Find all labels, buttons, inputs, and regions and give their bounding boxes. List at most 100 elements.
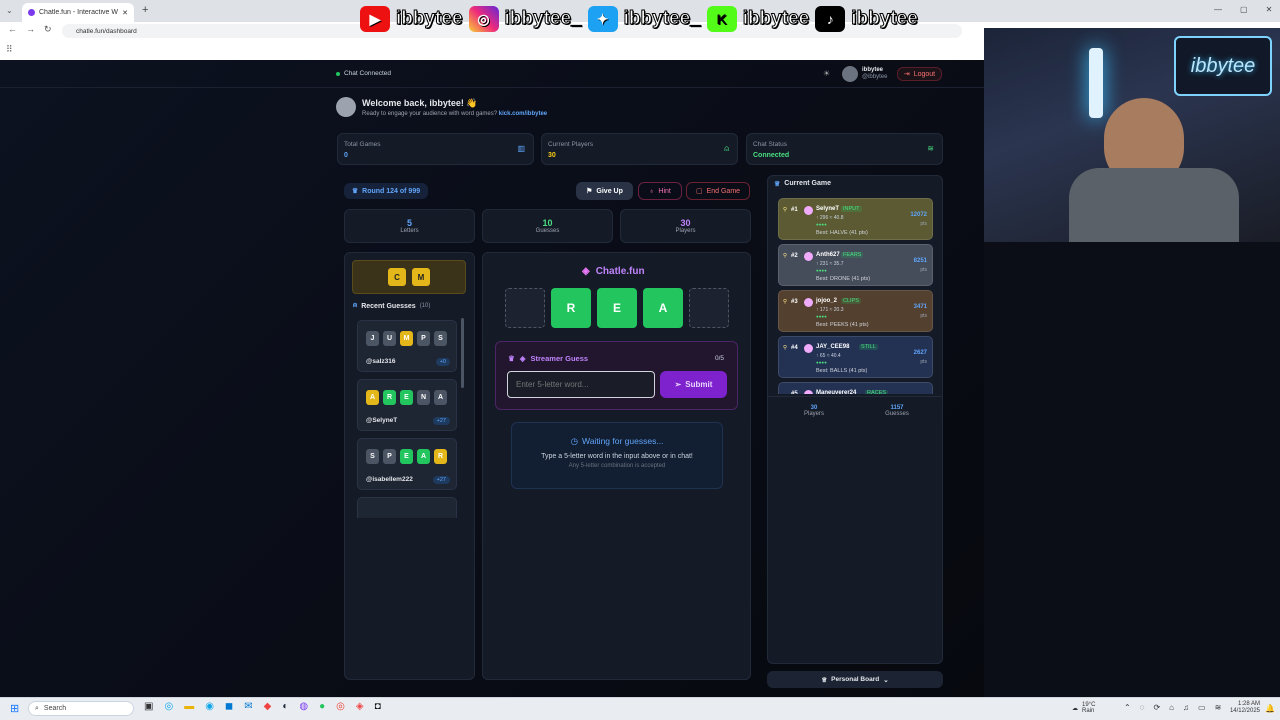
round-label: Round 124 of 999	[362, 187, 421, 195]
tab-title: Chatle.fun - Interactive Wordle	[39, 9, 118, 16]
sync-icon[interactable]: ⟳	[1153, 703, 1160, 712]
stop-icon: ▢	[695, 188, 703, 195]
entry-rank: #3	[791, 299, 798, 305]
back-icon[interactable]: ←	[8, 24, 17, 34]
outlook-icon[interactable]: ✉	[244, 701, 252, 712]
leaderboard-entry[interactable]: #2 Anth627 FEARS ↑ 231 ≈ 35.7 Best: DRONE (4…	[778, 244, 933, 286]
theme-toggle-icon[interactable]: ☀	[823, 69, 830, 78]
brave-icon[interactable]: ◆	[264, 701, 272, 712]
divider	[767, 396, 943, 397]
trophy-icon: ♕	[821, 676, 828, 684]
leaderboard-entry[interactable]: #3 jojoo_2 CLIPS ↑ 171 ≈ 20.3 Best: PEEKS (4…	[778, 290, 933, 332]
discord-icon[interactable]: ◍	[299, 701, 308, 712]
entry-current-word: INPUT	[841, 206, 862, 212]
close-tab-icon[interactable]: ✕	[122, 9, 128, 17]
edge-icon[interactable]: ◉	[205, 701, 214, 712]
youtube-handle: ibbytee	[396, 8, 464, 30]
info-value: 5	[406, 218, 412, 228]
submit-button[interactable]: ➢ Submit	[660, 371, 727, 398]
logout-button[interactable]: ⇥ Logout	[897, 67, 942, 81]
taskbar-search[interactable]: ⌕ Search	[28, 701, 134, 716]
stat-card-chat-status: Chat Status Connected ≋	[746, 133, 943, 165]
info-label: Letters	[400, 228, 419, 234]
personal-board-label: Personal Board	[831, 676, 880, 683]
app-icon[interactable]: ◈	[356, 701, 364, 712]
microphone-icon[interactable]: ♫	[1183, 703, 1189, 712]
end-game-label: End Game	[706, 187, 741, 195]
task-view-icon[interactable]: ▣	[144, 701, 153, 712]
guess-letters: JUMPS	[366, 331, 447, 346]
give-up-label: Give Up	[596, 187, 623, 195]
hint-letters-box: C M	[352, 260, 466, 294]
maximize-icon[interactable]: ▢	[1240, 5, 1248, 14]
entry-points: 8251	[913, 258, 927, 264]
windows-start-icon[interactable]: ⊞	[10, 702, 19, 715]
recent-title: Recent Guesses	[361, 302, 416, 310]
leaderboard-entry[interactable]: #5 Maneuverer24 RACES	[778, 382, 933, 394]
hint-label: Hint	[658, 187, 671, 195]
steam-icon[interactable]: ◐	[282, 701, 288, 712]
obs-icon[interactable]: ◘	[375, 701, 381, 712]
browser-tab[interactable]: Chatle.fun - Interactive Wordle ✕	[22, 3, 134, 22]
pin-icon: ⚲	[783, 207, 788, 213]
spotify-icon[interactable]: ●	[319, 701, 325, 712]
hint-button[interactable]: ♁ Hint	[638, 182, 682, 200]
guess-user: @isabellem222	[366, 476, 413, 483]
minimize-icon[interactable]: —	[1214, 5, 1222, 14]
chevron-up-icon[interactable]: ⌃	[1124, 703, 1131, 712]
clock-date: 14/12/2025	[1229, 708, 1260, 714]
favicon-icon	[28, 9, 35, 16]
logout-label: Logout	[913, 70, 936, 78]
network-icon[interactable]: ⌂	[1169, 703, 1174, 712]
twitter-icon: ✦	[587, 6, 618, 32]
copilot-icon[interactable]: ◎	[164, 701, 173, 712]
reload-icon[interactable]: ↻	[44, 24, 52, 35]
recent-list: J U M P S @salz316 +0 A R E N A @SelyneT +27 S P E A R @isa…	[357, 320, 457, 518]
channel-link[interactable]: kick.com/ibbytee	[499, 111, 547, 117]
clock-time: 1:28 AM	[1237, 701, 1260, 707]
entry-stats: ↑ 171 ≈ 20.3	[816, 307, 844, 313]
leaderboard-list: #1 SelyneT INPUT ↑ 296 ≈ 40.8 Best: HALVE (4…	[778, 198, 933, 394]
entry-best: Best: HALVE (41 pts)	[816, 230, 868, 236]
footer-players-label: Players	[803, 411, 824, 417]
guess-letter-tile: R	[383, 390, 396, 405]
avatar[interactable]	[842, 66, 858, 82]
leaderboard-entry[interactable]: #1 SelyneT INPUT ↑ 296 ≈ 40.8 Best: HALVE (4…	[778, 198, 933, 240]
streamer-guess-input[interactable]	[507, 371, 655, 398]
new-tab-button[interactable]: +	[142, 4, 148, 16]
word-slot: E	[597, 288, 637, 328]
pin-icon: ⚲	[783, 299, 788, 305]
entry-avatar	[804, 206, 813, 215]
forward-icon[interactable]: →	[26, 24, 35, 34]
instagram-icon: ◎	[468, 6, 499, 32]
users-icon: ⍝	[353, 302, 358, 309]
guess-letter-tile: N	[417, 390, 430, 405]
close-window-icon[interactable]: ✕	[1266, 5, 1273, 14]
give-up-button[interactable]: ⚑ Give Up	[576, 182, 633, 200]
file-explorer-icon[interactable]: ▬	[184, 701, 194, 712]
info-guesses: 10 Guesses	[482, 209, 613, 243]
controller-icon: ◈	[582, 266, 590, 277]
end-game-button[interactable]: ▢ End Game	[686, 182, 750, 200]
entry-avatar	[804, 252, 813, 261]
entry-best: Best: DRONE (41 pts)	[816, 276, 871, 282]
leaderboard-entry[interactable]: #4 JAY_CEE98 STILL ↑ 65 ≈ 40.4 Best: BALLS (…	[778, 336, 933, 378]
entry-rank: #4	[791, 345, 798, 351]
recent-scrollbar[interactable]	[461, 318, 464, 388]
trophy-icon: ♕	[774, 181, 781, 188]
store-icon[interactable]: ◼	[225, 701, 233, 712]
entry-current-word: RACES	[865, 390, 888, 394]
tab-menu-icon[interactable]: ⌄	[6, 6, 13, 15]
guess-letter-tile: R	[434, 449, 447, 464]
apps-icon[interactable]: ⠿	[6, 44, 13, 55]
entry-stars: ●●●●	[816, 360, 827, 365]
personal-board-button[interactable]: ♕ Personal Board ⌄	[767, 671, 943, 688]
entry-rank: #1	[791, 207, 798, 213]
guess-letter-tile: S	[366, 449, 379, 464]
tray-app-icon[interactable]: ◌	[1140, 703, 1145, 712]
entry-name: jojoo_2	[816, 298, 838, 304]
chrome-icon[interactable]: ◎	[336, 701, 345, 712]
guess-letter-tile: P	[417, 331, 430, 346]
notifications-icon[interactable]: 🔔	[1265, 704, 1275, 713]
taskbar-search-label: Search	[43, 705, 67, 712]
